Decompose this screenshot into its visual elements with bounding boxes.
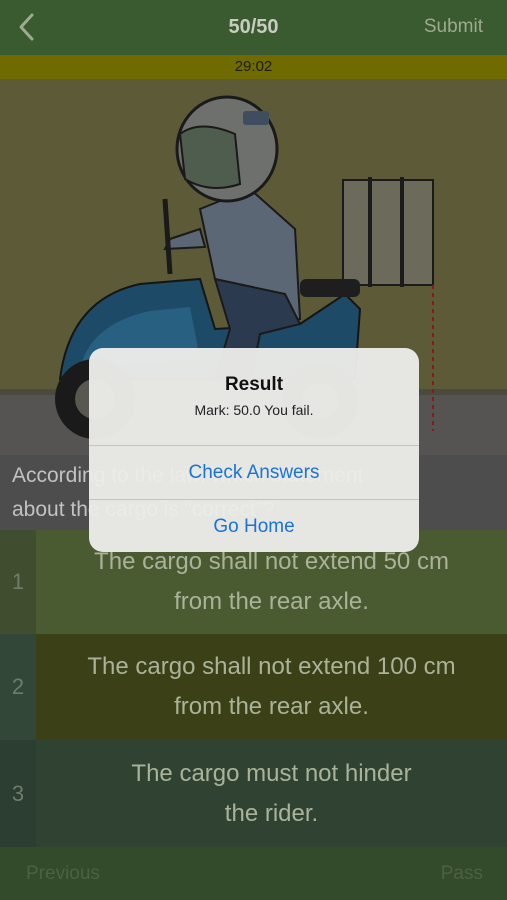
- option-line-1: The cargo must not hinder: [131, 759, 412, 787]
- option-number: 1: [0, 530, 36, 634]
- nav-bar: 50/50 Submit: [0, 0, 507, 55]
- option-text: The cargo shall not extend 100 cm from t…: [36, 634, 507, 740]
- option-line-2: from the rear axle.: [174, 588, 369, 615]
- dialog-message: Mark: 50.0 You fail.: [194, 402, 314, 418]
- previous-button[interactable]: Previous: [26, 863, 100, 885]
- pass-button[interactable]: Pass: [441, 863, 483, 885]
- chevron-left-icon: [19, 13, 34, 41]
- option-line-2: from the rear axle.: [174, 693, 369, 720]
- option-number: 3: [0, 740, 36, 847]
- dialog-title: Result: [224, 374, 284, 395]
- bottom-bar: Previous Pass: [0, 847, 507, 900]
- result-dialog: Result Mark: 50.0 You fail. Check Answer…: [89, 348, 419, 552]
- answer-option-2[interactable]: 2 The cargo shall not extend 100 cm from…: [0, 634, 507, 740]
- option-line-1: The cargo shall not extend 100 cm: [87, 653, 456, 680]
- submit-button[interactable]: Submit: [424, 16, 483, 38]
- option-number: 2: [0, 634, 36, 740]
- option-line-2: the rider.: [224, 799, 319, 827]
- option-text: The cargo must not hinder the rider.: [36, 740, 507, 847]
- answer-option-3[interactable]: 3 The cargo must not hinder the rider.: [0, 740, 507, 847]
- go-home-button[interactable]: Go Home: [89, 500, 419, 552]
- countdown-timer: 29:02: [0, 55, 507, 79]
- check-answers-button[interactable]: Check Answers: [89, 446, 419, 500]
- back-button[interactable]: [10, 10, 44, 44]
